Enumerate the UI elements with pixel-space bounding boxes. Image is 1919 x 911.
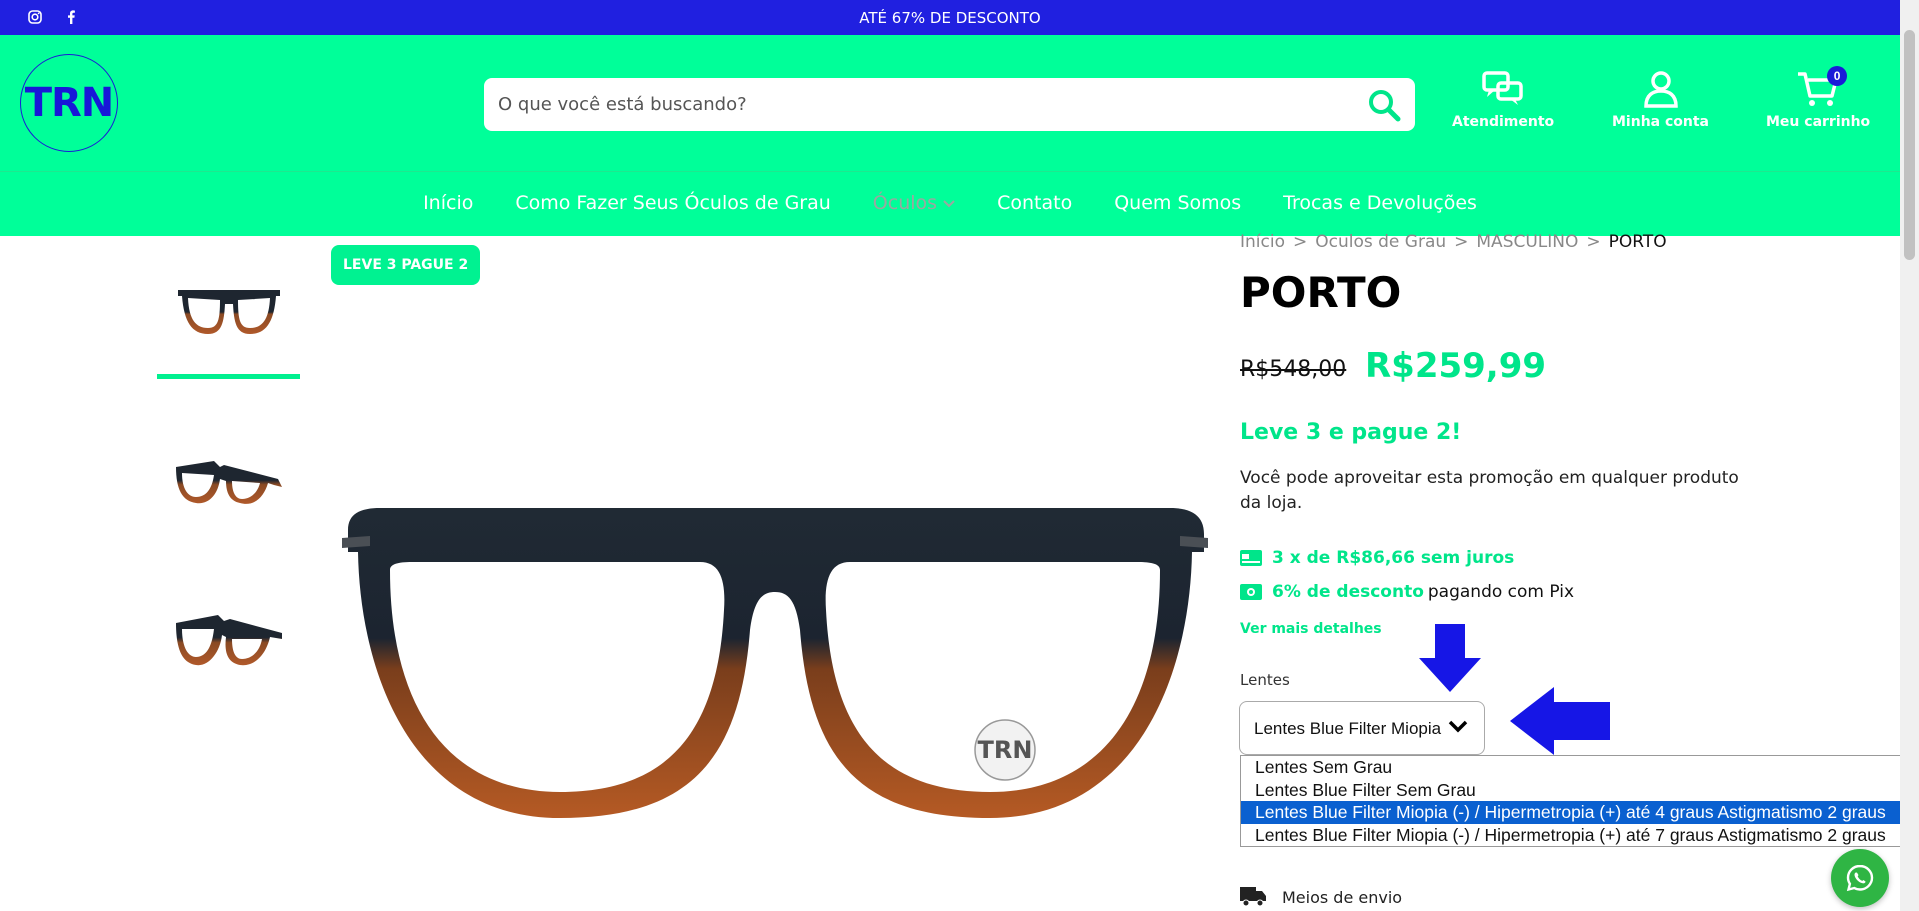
lens-option-selected[interactable]: Lentes Blue Filter Miopia (-) / Hipermet… xyxy=(1241,801,1908,824)
account-link[interactable]: Minha conta xyxy=(1612,70,1709,130)
breadcrumb-separator: > xyxy=(1292,232,1308,252)
shipping-label: Meios de envio xyxy=(1282,887,1403,907)
pix-line: 6% de desconto pagando com Pix xyxy=(1240,582,1574,602)
breadcrumb-item-category[interactable]: Oculos de Grau xyxy=(1315,232,1446,252)
shipping-methods[interactable]: Meios de envio xyxy=(1240,887,1402,907)
thumbnail-1[interactable] xyxy=(157,250,300,379)
lens-option[interactable]: Lentes Blue Filter Sem Grau xyxy=(1241,779,1908,802)
thumbnail-2[interactable] xyxy=(157,415,300,545)
scrollbar-thumb[interactable] xyxy=(1904,30,1915,260)
site-header: TRN Atendimento Minha conta 0 Meu carrin… xyxy=(0,35,1900,171)
nav-item-contato[interactable]: Contato xyxy=(997,192,1072,214)
nav-item-oculos[interactable]: Óculos xyxy=(873,192,955,214)
search-input[interactable] xyxy=(498,78,1338,131)
pix-text: pagando com Pix xyxy=(1427,582,1575,602)
search-bar xyxy=(484,78,1415,131)
lens-option[interactable]: Lentes Blue Filter Miopia (-) / Hipermet… xyxy=(1241,824,1908,847)
main-navigation: Início Como Fazer Seus Óculos de Grau Óc… xyxy=(0,171,1900,236)
cart-count-badge: 0 xyxy=(1827,66,1848,86)
breadcrumb-separator: > xyxy=(1454,232,1469,252)
glasses-side-thumb xyxy=(175,615,282,666)
arrow-down-icon xyxy=(1419,624,1481,692)
promo-text: ATÉ 67% DE DESCONTO xyxy=(859,9,1041,27)
old-price: R$548,00 xyxy=(1240,357,1347,382)
search-icon[interactable] xyxy=(1367,88,1401,122)
lens-options-list: Lentes Sem Grau Lentes Blue Filter Sem G… xyxy=(1240,755,1909,847)
top-announcement-bar: ATÉ 67% DE DESCONTO xyxy=(0,0,1900,35)
lens-watermark: TRN xyxy=(978,736,1033,764)
cart-link[interactable]: 0 Meu carrinho xyxy=(1766,66,1871,130)
chevron-down-icon xyxy=(1448,720,1468,733)
lens-label: Lentes xyxy=(1240,671,1290,689)
chat-icon xyxy=(1482,71,1523,105)
nav-item-quem-somos[interactable]: Quem Somos xyxy=(1114,192,1241,214)
nav-item-trocas[interactable]: Trocas e Devoluções xyxy=(1283,192,1477,214)
cart-label: Meu carrinho xyxy=(1766,114,1871,130)
installments-text: 3 x de R$86,66 sem juros xyxy=(1272,548,1515,568)
arrow-left-icon xyxy=(1510,687,1610,755)
logo-text: TRN xyxy=(24,80,115,126)
user-icon xyxy=(1643,71,1678,108)
truck-icon xyxy=(1240,887,1266,907)
credit-card-icon xyxy=(1240,550,1262,566)
page-scrollbar[interactable] xyxy=(1900,0,1919,911)
product-main-image[interactable]: TRN xyxy=(340,500,1210,840)
nav-item-como-fazer[interactable]: Como Fazer Seus Óculos de Grau xyxy=(515,192,830,214)
whatsapp-icon xyxy=(1846,864,1874,892)
promo-badge: LEVE 3 PAGUE 2 xyxy=(331,245,481,285)
lens-option[interactable]: Lentes Sem Grau xyxy=(1241,756,1908,779)
breadcrumb-item-home[interactable]: Início xyxy=(1240,232,1285,252)
lens-select[interactable]: Lentes Blue Filter Miopia (-) / Hipermet… xyxy=(1239,701,1485,755)
breadcrumb-item-current: PORTO xyxy=(1608,232,1667,252)
lens-select-value: Lentes Blue Filter Miopia (-) / Hipermet… xyxy=(1254,719,1444,738)
breadcrumb-separator: > xyxy=(1586,232,1601,252)
promo-title: Leve 3 e pague 2! xyxy=(1240,420,1462,445)
support-label: Atendimento xyxy=(1452,114,1555,130)
whatsapp-button[interactable] xyxy=(1831,849,1889,907)
support-link[interactable]: Atendimento xyxy=(1452,70,1554,130)
nav-item-oculos-label: Óculos xyxy=(872,192,938,214)
glasses-angle-thumb xyxy=(175,461,282,504)
cash-icon xyxy=(1240,584,1262,600)
site-logo[interactable]: TRN xyxy=(20,54,118,152)
product-title: PORTO xyxy=(1240,268,1402,317)
current-price: R$259,99 xyxy=(1365,346,1547,386)
installments-line: 3 x de R$86,66 sem juros xyxy=(1240,548,1514,568)
more-details-link[interactable]: Ver mais detalhes xyxy=(1240,621,1382,637)
thumbnail-list xyxy=(157,250,300,735)
chevron-down-icon xyxy=(943,199,955,207)
glasses-front-thumb xyxy=(177,290,280,334)
breadcrumb: Início > Oculos de Grau > MASCULINO > PORTO xyxy=(1240,232,1667,252)
breadcrumb-item-subcategory[interactable]: MASCULINO xyxy=(1476,232,1578,252)
pix-discount: 6% de desconto xyxy=(1272,582,1424,602)
account-label: Minha conta xyxy=(1612,114,1710,130)
promo-description: Você pode aproveitar esta promoção em qu… xyxy=(1240,468,1739,513)
thumbnail-3[interactable] xyxy=(157,575,300,705)
nav-item-inicio[interactable]: Início xyxy=(423,192,473,214)
